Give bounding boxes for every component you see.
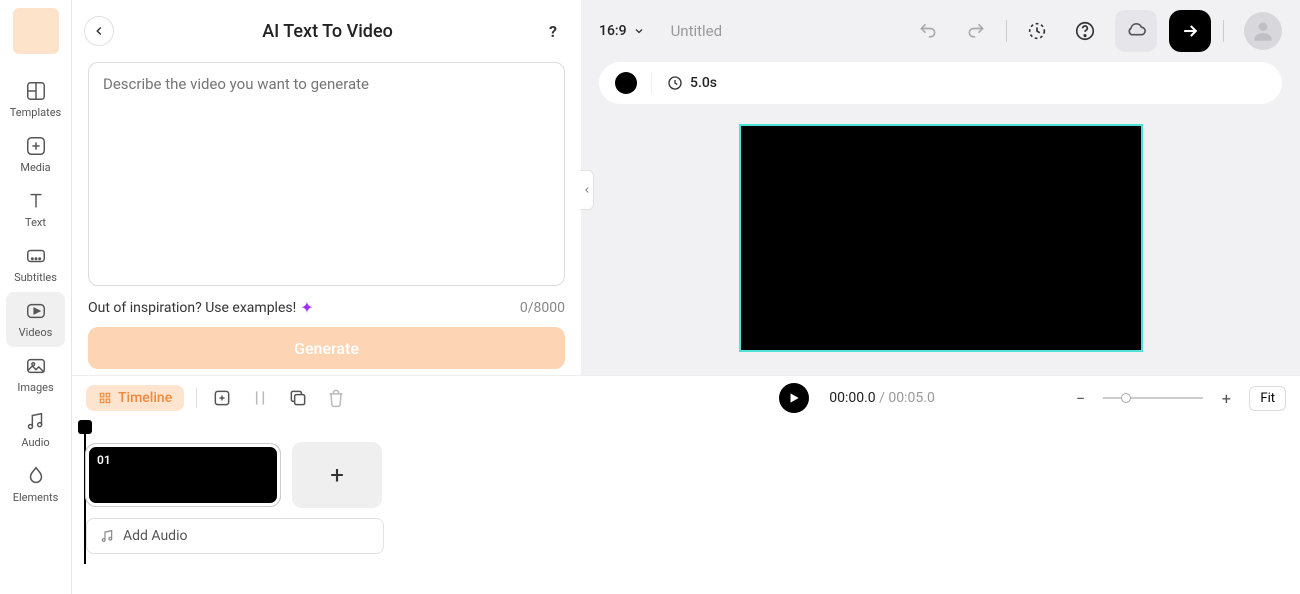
sidebar-item-media[interactable]: Media [0, 127, 71, 182]
sidebar-item-templates[interactable]: Templates [0, 72, 71, 127]
audio-icon [25, 410, 47, 432]
timeline-icon [98, 391, 112, 405]
trash-icon [326, 388, 346, 408]
sidebar-label: Templates [10, 106, 61, 119]
sidebar-label: Subtitles [14, 271, 57, 284]
cloud-icon [1125, 20, 1147, 42]
sidebar-label: Audio [21, 436, 49, 449]
images-icon [25, 355, 47, 377]
sidebar-label: Text [25, 216, 46, 229]
panel-title: AI Text To Video [262, 21, 393, 42]
export-button[interactable] [1169, 10, 1211, 52]
plus-square-icon [212, 388, 232, 408]
undo-button[interactable] [910, 13, 946, 49]
user-avatar[interactable] [1244, 12, 1282, 50]
zoom-in-button[interactable]: + [1213, 385, 1239, 411]
sidebar-item-elements[interactable]: Elements [0, 457, 71, 512]
aspect-ratio-dropdown[interactable]: 16:9 [599, 23, 645, 39]
redo-icon [966, 21, 986, 41]
sidebar-item-images[interactable]: Images [0, 347, 71, 402]
help-button[interactable] [1067, 13, 1103, 49]
arrow-right-icon [1180, 21, 1200, 41]
sidebar-item-videos[interactable]: Videos [6, 292, 65, 347]
track-area: 01 + Add Audio [72, 420, 1300, 564]
text-icon [25, 190, 47, 212]
elements-icon [25, 465, 47, 487]
videos-icon [25, 300, 47, 322]
char-counter: 0/8000 [520, 300, 565, 316]
divider [1006, 20, 1007, 42]
redo-button[interactable] [958, 13, 994, 49]
split-button[interactable] [247, 385, 273, 411]
sidebar-label: Images [17, 381, 53, 394]
scene-number: 01 [97, 453, 111, 467]
chevron-left-icon [582, 185, 592, 195]
back-button[interactable] [84, 16, 114, 46]
delete-button[interactable] [323, 385, 349, 411]
sidebar-label: Media [20, 161, 50, 174]
copy-icon [288, 388, 308, 408]
divider [1223, 20, 1224, 42]
chevron-left-icon [92, 24, 106, 38]
duplicate-button[interactable] [285, 385, 311, 411]
zoom-fit-button[interactable]: Fit [1249, 386, 1286, 411]
sparkle-icon: ✦ [300, 298, 313, 317]
clip-info-bar: 5.0s [599, 62, 1282, 104]
timeline-section: Timeline 00:00.0 / 00:05.0 − + Fit [72, 375, 1300, 594]
zoom-out-button[interactable]: − [1067, 385, 1093, 411]
prompt-input[interactable] [88, 62, 565, 286]
music-note-icon [99, 528, 115, 544]
templates-icon [25, 80, 47, 102]
play-icon [787, 391, 801, 405]
split-icon [250, 388, 270, 408]
add-scene-button[interactable]: + [292, 442, 382, 508]
sidebar-item-audio[interactable]: Audio [0, 402, 71, 457]
media-icon [25, 135, 47, 157]
help-icon [1074, 20, 1096, 42]
sidebar: Templates Media Text Subtitles Videos Im… [0, 0, 72, 594]
generate-button[interactable]: Generate [88, 327, 565, 369]
zoom-slider[interactable] [1103, 397, 1203, 399]
app-logo[interactable] [13, 8, 59, 54]
history-icon [1026, 20, 1048, 42]
clock-icon [666, 74, 684, 92]
timecode: 00:00.0 / 00:05.0 [829, 390, 935, 406]
clip-duration[interactable]: 5.0s [666, 74, 717, 92]
sidebar-label: Elements [13, 491, 59, 504]
subtitles-icon [25, 245, 47, 267]
chevron-down-icon [633, 25, 645, 37]
timeline-tab[interactable]: Timeline [86, 385, 184, 411]
add-audio-button[interactable]: Add Audio [86, 518, 384, 554]
collapse-panel-button[interactable] [580, 170, 594, 210]
clip-color-swatch[interactable] [615, 72, 637, 94]
sidebar-label: Videos [19, 326, 53, 339]
scene-clip[interactable]: 01 [86, 444, 280, 506]
sidebar-item-text[interactable]: Text [0, 182, 71, 237]
top-bar: 16:9 Untitled [581, 0, 1300, 62]
sidebar-item-subtitles[interactable]: Subtitles [0, 237, 71, 292]
user-icon [1250, 18, 1276, 44]
save-cloud-button[interactable] [1115, 10, 1157, 52]
project-title-input[interactable]: Untitled [671, 22, 723, 40]
history-button[interactable] [1019, 13, 1055, 49]
video-canvas[interactable] [739, 124, 1143, 352]
add-track-button[interactable] [209, 385, 235, 411]
play-button[interactable] [779, 383, 809, 413]
use-examples-link[interactable]: Out of inspiration? Use examples! ✦ [88, 298, 314, 317]
help-button[interactable]: ? [541, 19, 565, 43]
undo-icon [918, 21, 938, 41]
